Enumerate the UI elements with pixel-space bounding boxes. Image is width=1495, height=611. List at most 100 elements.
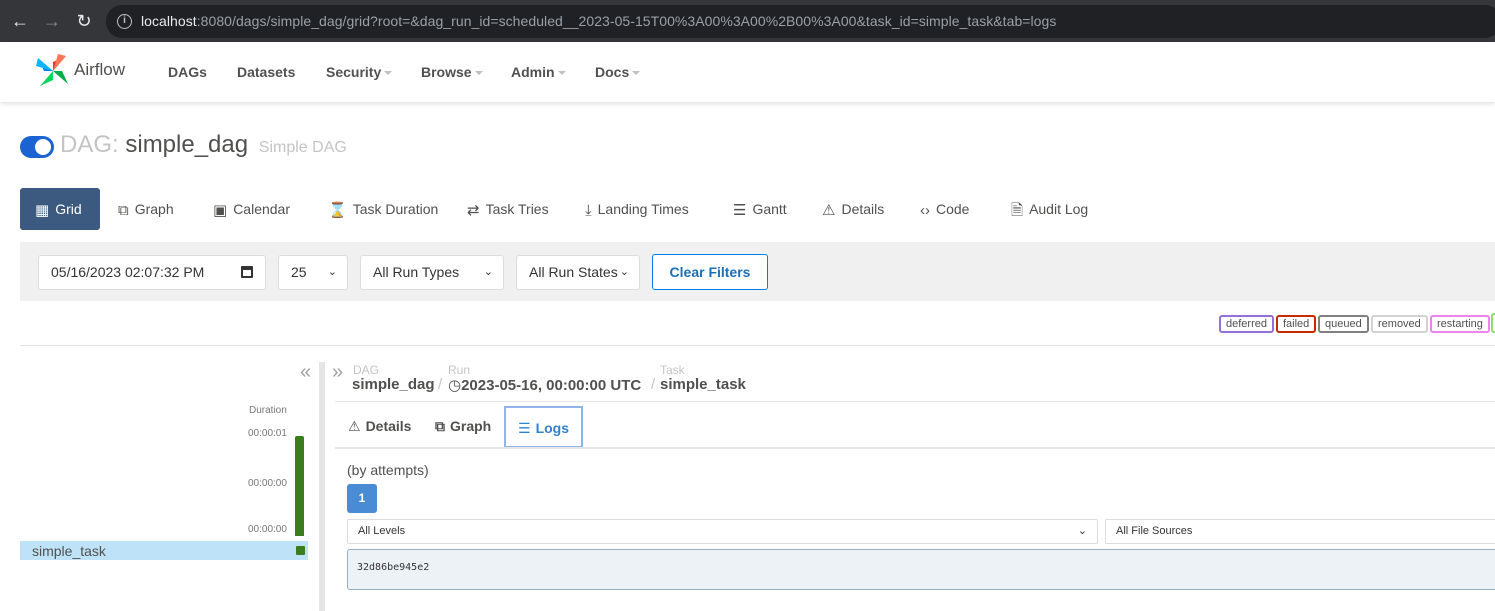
chevron-down-icon: ⌄ <box>327 266 337 278</box>
nav-browse[interactable]: Browse <box>421 64 483 80</box>
file-source-value: All File Sources <box>1116 525 1193 537</box>
grid-icon: ▦ <box>35 202 50 219</box>
task-tab-details[interactable]: ⚠ Details <box>348 406 411 448</box>
airflow-pinwheel-icon <box>36 54 68 86</box>
run-type-select[interactable]: All Run Types ⌄ <box>360 255 504 290</box>
breadcrumb-run-value: 2023-05-16, 00:00:00 UTC <box>461 377 642 394</box>
breadcrumb-task[interactable]: simple_task <box>660 376 746 393</box>
pane-splitter[interactable] <box>319 362 325 611</box>
divider <box>335 401 1495 402</box>
divider <box>335 447 1495 449</box>
filter-bar: 05/16/2023 02:07:32 PM 25 ⌄ All Run Types… <box>20 242 1495 301</box>
nav-dags[interactable]: DAGs <box>168 64 207 80</box>
toggle-knob <box>35 139 51 155</box>
back-arrow-icon[interactable]: ← <box>11 12 29 30</box>
attempt-1-button[interactable]: 1 <box>347 484 377 513</box>
clock-icon: ◷ <box>448 377 462 394</box>
breadcrumb-dag[interactable]: simple_dag <box>352 376 435 393</box>
run-duration-bar[interactable] <box>295 436 304 536</box>
task-tab-logs[interactable]: ☰ Logs <box>504 406 584 448</box>
tab-landing-times[interactable]: ⤓ Landing Times <box>585 188 689 230</box>
nav-docs-label: Docs <box>595 64 630 80</box>
collapse-grid-icon[interactable]: « <box>300 361 311 384</box>
breadcrumb-dag-caption: DAG <box>353 363 380 377</box>
base-date-value: 05/16/2023 02:07:32 PM <box>51 264 205 280</box>
calendar-icon: ▣ <box>213 202 228 219</box>
nav-security-label: Security <box>326 64 382 80</box>
tab-task-duration[interactable]: ⌛ Task Duration <box>328 188 438 230</box>
tab-task-tries[interactable]: ⇄ Task Tries <box>467 188 549 230</box>
dag-title: DAG: simple_dag Simple DAG <box>60 131 347 159</box>
nav-datasets-label: Datasets <box>237 64 296 80</box>
url-text[interactable]: localhost:8080/dags/simple_dag/grid?root… <box>141 13 1056 29</box>
chevron-down-icon: ⌄ <box>1077 525 1087 537</box>
breadcrumb-separator: / <box>438 376 443 393</box>
tab-landing-times-label: Landing Times <box>597 201 689 217</box>
log-level-select[interactable]: All Levels ⌄ <box>347 519 1098 544</box>
tab-task-tries-label: Task Tries <box>485 201 549 217</box>
nav-admin[interactable]: Admin <box>511 64 566 80</box>
caret-down-icon <box>384 71 393 76</box>
breadcrumb-run[interactable]: ◷2023-05-16, 00:00:00 UTC <box>448 376 641 394</box>
duration-tick: 00:00:01 <box>248 428 287 439</box>
clear-filters-button[interactable]: Clear Filters <box>652 254 768 290</box>
expand-details-icon[interactable]: » <box>332 361 343 384</box>
task-tab-graph[interactable]: ⧉ Graph <box>435 406 491 448</box>
legend-queued[interactable]: queued <box>1318 315 1369 333</box>
legend-failed[interactable]: failed <box>1276 315 1317 333</box>
file-source-select[interactable]: All File Sources <box>1105 519 1495 544</box>
duration-tick: 00:00:00 <box>248 524 287 535</box>
num-runs-value: 25 <box>291 264 307 280</box>
log-output[interactable]: 32d86be945e2 <box>347 549 1495 590</box>
brand-name: Airflow <box>74 60 126 79</box>
caret-down-icon <box>632 71 641 76</box>
base-date-input[interactable]: 05/16/2023 02:07:32 PM <box>38 255 266 290</box>
task-name: simple_task <box>32 543 106 559</box>
url-path: :8080/dags/simple_dag/grid?root=&dag_run… <box>196 13 1057 29</box>
run-state-select[interactable]: All Run States ⌄ <box>516 255 640 290</box>
tab-grid-label: Grid <box>55 201 82 217</box>
tab-details[interactable]: ⚠ Details <box>822 188 884 230</box>
legend-success-partial[interactable] <box>1491 313 1495 333</box>
chevron-down-icon: ⌄ <box>483 266 493 278</box>
info-icon[interactable]: i <box>117 14 132 29</box>
tab-graph[interactable]: ⧉ Graph <box>118 188 174 230</box>
task-tab-logs-label: Logs <box>535 420 570 436</box>
legend-restarting[interactable]: restarting <box>1430 315 1490 333</box>
address-bar[interactable]: i localhost:8080/dags/simple_dag/grid?ro… <box>106 5 1495 38</box>
gantt-icon: ☰ <box>733 202 747 219</box>
forward-arrow-icon[interactable]: → <box>43 12 61 30</box>
tab-gantt[interactable]: ☰ Gantt <box>733 188 787 230</box>
calendar-icon[interactable] <box>241 266 253 278</box>
landing-icon: ⤓ <box>585 202 592 219</box>
list-icon: ☰ <box>518 420 531 436</box>
tab-code-label: Code <box>936 201 970 217</box>
tab-calendar[interactable]: ▣ Calendar <box>213 188 290 230</box>
num-runs-select[interactable]: 25 ⌄ <box>278 255 348 290</box>
tab-code[interactable]: ‹› Code <box>920 188 969 230</box>
tab-task-duration-label: Task Duration <box>352 201 439 217</box>
task-instance-status-box[interactable] <box>296 546 305 555</box>
tab-grid[interactable]: ▦ Grid <box>20 188 100 230</box>
attempts-label: (by attempts) <box>347 462 429 478</box>
nav-datasets[interactable]: Datasets <box>237 64 295 80</box>
tab-audit-log-label: Audit Log <box>1029 201 1089 217</box>
document-search-icon: 🗎 <box>1011 202 1024 219</box>
nav-docs[interactable]: Docs <box>595 64 641 80</box>
nav-admin-label: Admin <box>511 64 555 80</box>
breadcrumb-run-caption: Run <box>448 363 471 377</box>
tab-audit-log[interactable]: 🗎 Audit Log <box>1011 188 1088 230</box>
browser-toolbar: ← → ↻ i localhost:8080/dags/simple_dag/g… <box>0 0 1495 42</box>
tab-calendar-label: Calendar <box>233 201 291 217</box>
breadcrumb-task-caption: Task <box>660 363 685 377</box>
legend-deferred[interactable]: deferred <box>1219 315 1274 333</box>
dag-pause-toggle[interactable] <box>20 136 54 158</box>
reload-icon[interactable]: ↻ <box>75 12 93 30</box>
dag-label: DAG: <box>60 131 119 158</box>
task-row[interactable]: simple_task <box>20 541 308 560</box>
dag-description: Simple DAG <box>258 139 347 156</box>
nav-security[interactable]: Security <box>326 64 393 80</box>
legend-removed[interactable]: removed <box>1371 315 1428 333</box>
nav-browse-label: Browse <box>421 64 472 80</box>
dag-name[interactable]: simple_dag <box>125 131 248 158</box>
